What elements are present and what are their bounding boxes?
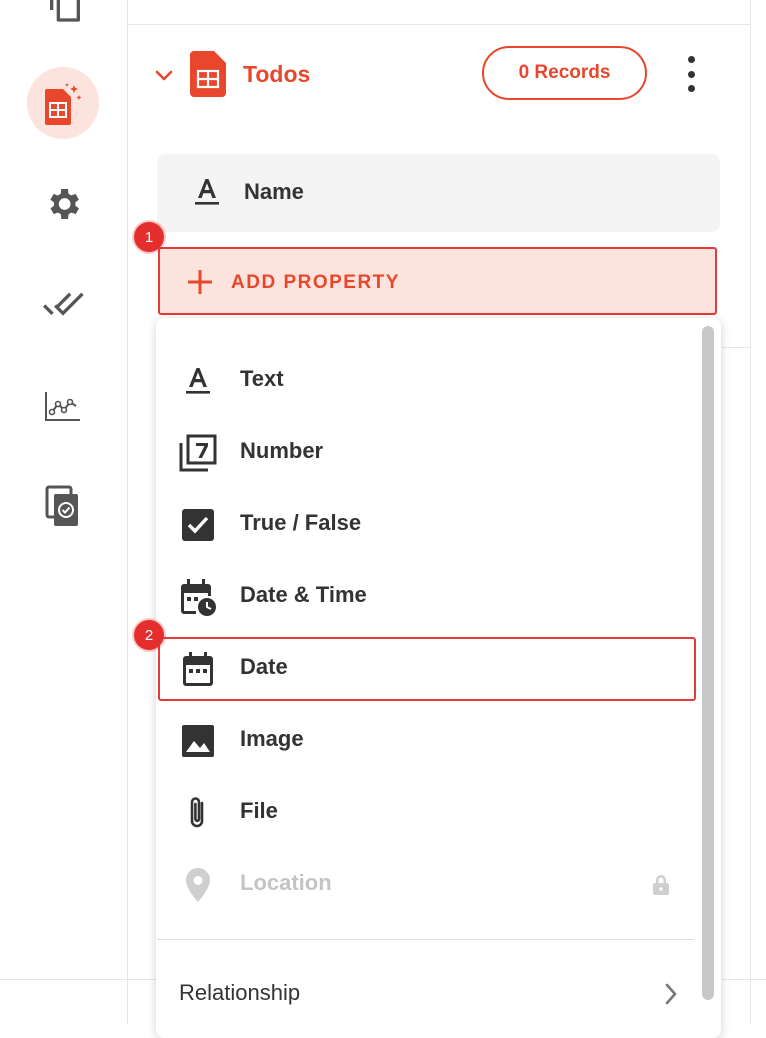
menu-item-label: Image — [240, 726, 304, 751]
divider — [0, 979, 156, 980]
plus-icon — [186, 268, 214, 296]
table-title: Todos — [243, 61, 311, 87]
date-time-icon — [178, 577, 218, 617]
records-count-button[interactable]: 0 Records — [482, 46, 647, 100]
step-badge-1: 1 — [134, 222, 164, 252]
menu-item-date-time[interactable]: Date & Time — [156, 560, 696, 632]
menu-scrollbar[interactable] — [702, 326, 714, 1000]
table-icon — [190, 51, 228, 97]
collapse-chevron-icon[interactable] — [153, 64, 175, 86]
menu-item-image[interactable]: Image — [156, 704, 696, 776]
menu-item-label: Relationship — [179, 980, 301, 1005]
step-badge-2: 2 — [134, 620, 164, 650]
add-property-label: ADD PROPERTY — [231, 272, 400, 293]
more-options-icon[interactable] — [680, 56, 702, 92]
menu-item-label: Date — [240, 654, 288, 679]
property-type-menu: Text Number True / False Date & Time Dat… — [156, 318, 721, 1038]
menu-item-label: Date & Time — [240, 582, 367, 607]
lock-icon — [652, 874, 670, 901]
done-all-icon[interactable] — [40, 282, 86, 328]
paperclip-icon — [178, 793, 218, 833]
text-format-icon — [178, 361, 218, 401]
chevron-right-icon — [662, 981, 680, 1012]
copy-icon[interactable] — [42, 0, 88, 28]
checkbox-icon — [178, 505, 218, 545]
menu-item-text[interactable]: Text — [156, 344, 696, 416]
menu-item-number[interactable]: Number — [156, 416, 696, 488]
menu-item-relationship[interactable]: Relationship — [157, 965, 694, 1025]
gear-icon[interactable] — [40, 181, 86, 227]
divider — [722, 979, 766, 980]
menu-divider — [157, 939, 694, 940]
number-icon — [178, 433, 218, 473]
divider — [128, 24, 750, 25]
text-format-icon — [193, 176, 221, 213]
menu-item-label: Text — [240, 366, 284, 391]
menu-item-label: Number — [240, 438, 324, 463]
image-icon — [178, 721, 218, 761]
property-row-name[interactable] — [157, 154, 720, 232]
property-label: Name — [244, 179, 304, 204]
file-check-icon[interactable] — [40, 484, 86, 530]
calendar-icon — [178, 649, 218, 689]
location-icon — [178, 865, 218, 905]
menu-item-true-false[interactable]: True / False — [156, 488, 696, 560]
analytics-icon[interactable] — [40, 384, 86, 430]
divider — [722, 347, 750, 348]
menu-item-label: File — [240, 798, 278, 823]
magic-table-icon[interactable] — [40, 78, 86, 128]
menu-item-file[interactable]: File — [156, 776, 696, 848]
menu-item-location: Location — [156, 848, 696, 920]
menu-item-label: True / False — [240, 510, 362, 535]
menu-item-label: Location — [240, 870, 332, 895]
menu-item-date[interactable]: Date — [156, 632, 696, 704]
